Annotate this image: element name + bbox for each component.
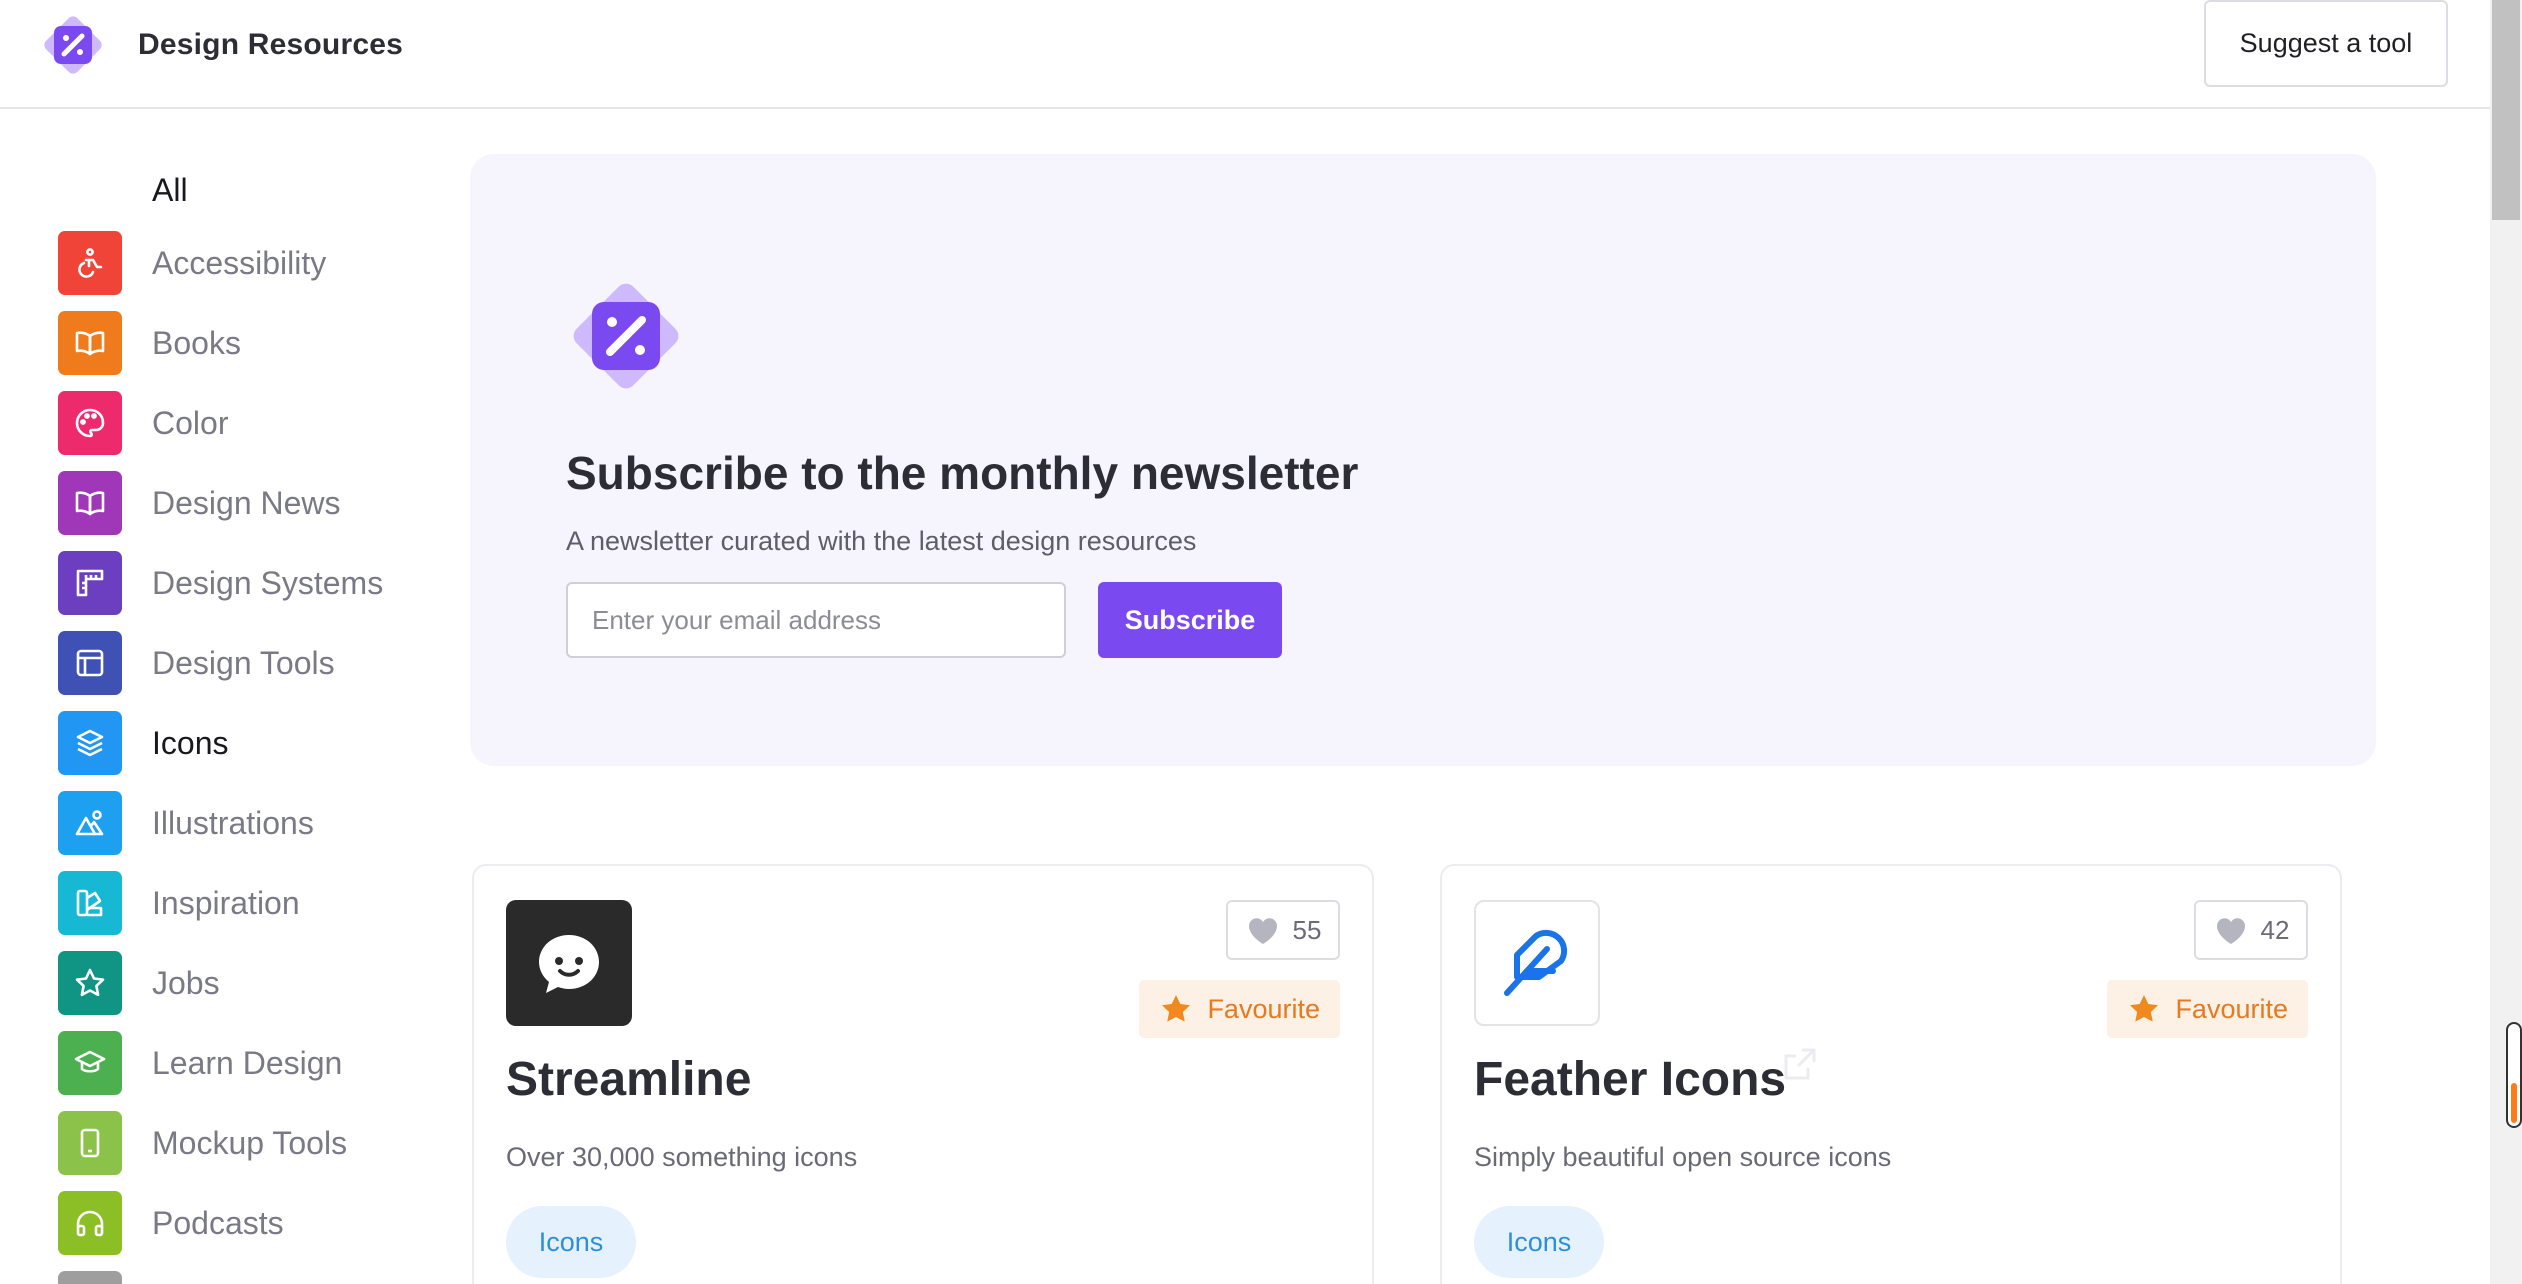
card-title-text: Feather Icons	[1474, 1053, 1787, 1106]
brand[interactable]: Design Resources	[38, 10, 403, 80]
sidebar-item-label: Design News	[152, 484, 341, 521]
book-icon	[58, 471, 122, 535]
feather-icon	[1474, 900, 1600, 1026]
sidebar-item-label: Color	[152, 404, 229, 441]
sidebar-item-next[interactable]	[58, 1271, 438, 1284]
resource-card-feather-icons[interactable]: 42 Favourite Feather Icons Simply beauti…	[1440, 864, 2342, 1284]
palette-icon	[58, 391, 122, 455]
chat-bubble-icon	[506, 900, 632, 1026]
subscribe-button[interactable]: Subscribe	[1098, 582, 1282, 658]
brand-title: Design Resources	[138, 28, 403, 61]
sidebar-item-label: Jobs	[152, 964, 220, 1001]
sidebar-item-all[interactable]: All	[152, 172, 188, 209]
heart-icon	[2216, 918, 2245, 944]
like-button[interactable]: 42	[2194, 900, 2308, 960]
tag-icons[interactable]: Icons	[506, 1206, 636, 1278]
graduation-cap-icon	[58, 1031, 122, 1095]
suggest-tool-button[interactable]: Suggest a tool	[2204, 0, 2448, 87]
heart-icon	[1248, 918, 1277, 944]
like-button[interactable]: 55	[1226, 900, 1340, 960]
sidebar-item-design-news[interactable]: Design News	[58, 471, 438, 535]
card-description: Over 30,000 something icons	[506, 1142, 858, 1172]
favourite-label: Favourite	[2175, 993, 2288, 1024]
sidebar-item-learn-design[interactable]: Learn Design	[58, 1031, 438, 1095]
layers-icon	[58, 711, 122, 775]
sidebar-item-label: Design Tools	[152, 644, 335, 681]
sidebar-item-label: Learn Design	[152, 1044, 343, 1081]
sidebar-item-design-tools[interactable]: Design Tools	[58, 631, 438, 695]
like-count: 42	[2260, 914, 2290, 945]
card-title[interactable]: Feather Icons	[1474, 1048, 1820, 1107]
sidebar-item-design-systems[interactable]: Design Systems	[58, 551, 438, 615]
scroll-indicator-fill	[2511, 1083, 2517, 1123]
scrollbar-thumb[interactable]	[2492, 0, 2520, 220]
newsletter-logo-icon	[573, 283, 679, 389]
scroll-indicator	[2506, 1022, 2522, 1128]
newsletter-panel: Subscribe to the monthly newsletter A ne…	[470, 154, 2376, 766]
sidebar-item-inspiration[interactable]: Inspiration	[58, 871, 438, 935]
top-header: Design Resources Suggest a tool	[0, 0, 2490, 109]
newsletter-title: Subscribe to the monthly newsletter	[566, 447, 1359, 499]
sidebar-item-label: Books	[152, 324, 241, 361]
ruler-icon	[58, 551, 122, 615]
star-icon	[1162, 995, 1191, 1022]
sidebar-item-label: Accessibility	[152, 244, 327, 281]
sidebar-item-mockup-tools[interactable]: Mockup Tools	[58, 1111, 438, 1175]
card-title[interactable]: Streamline	[506, 1052, 751, 1107]
phone-icon	[58, 1111, 122, 1175]
sidebar-item-label: Icons	[152, 724, 229, 761]
image-icon	[58, 791, 122, 855]
external-link-icon[interactable]	[1780, 1044, 1820, 1084]
star-icon	[58, 951, 122, 1015]
like-count: 55	[1292, 914, 1322, 945]
sidebar-item-podcasts[interactable]: Podcasts	[58, 1191, 438, 1255]
tag-icons[interactable]: Icons	[1474, 1206, 1604, 1278]
sidebar-item-label: Podcasts	[152, 1204, 284, 1241]
layout-icon	[58, 631, 122, 695]
resource-card-streamline[interactable]: 55 Favourite Streamline Over 30,000 some…	[472, 864, 1374, 1284]
more-icon	[58, 1271, 122, 1284]
swatches-icon	[58, 871, 122, 935]
brand-logo-icon	[44, 16, 102, 74]
sidebar-item-illustrations[interactable]: Illustrations	[58, 791, 438, 855]
sidebar-item-books[interactable]: Books	[58, 311, 438, 375]
book-icon	[58, 311, 122, 375]
sidebar-item-label: Mockup Tools	[152, 1124, 348, 1161]
sidebar-item-label: Inspiration	[152, 884, 300, 921]
favourite-label: Favourite	[1207, 993, 1320, 1024]
accessibility-icon	[58, 231, 122, 295]
sidebar-item-label: Illustrations	[152, 804, 314, 841]
sidebar-item-jobs[interactable]: Jobs	[58, 951, 438, 1015]
sidebar-item-label: Design Systems	[152, 564, 384, 601]
star-icon	[2130, 995, 2159, 1022]
card-description: Simply beautiful open source icons	[1474, 1142, 1892, 1172]
sidebar-item-color[interactable]: Color	[58, 391, 438, 455]
headphones-icon	[58, 1191, 122, 1255]
email-input[interactable]	[566, 582, 1066, 658]
favourite-badge: Favourite	[1139, 980, 1340, 1038]
sidebar-item-accessibility[interactable]: Accessibility	[58, 231, 438, 295]
favourite-badge: Favourite	[2107, 980, 2308, 1038]
sidebar-item-icons[interactable]: Icons	[58, 711, 438, 775]
newsletter-subtitle: A newsletter curated with the latest des…	[566, 526, 1197, 556]
